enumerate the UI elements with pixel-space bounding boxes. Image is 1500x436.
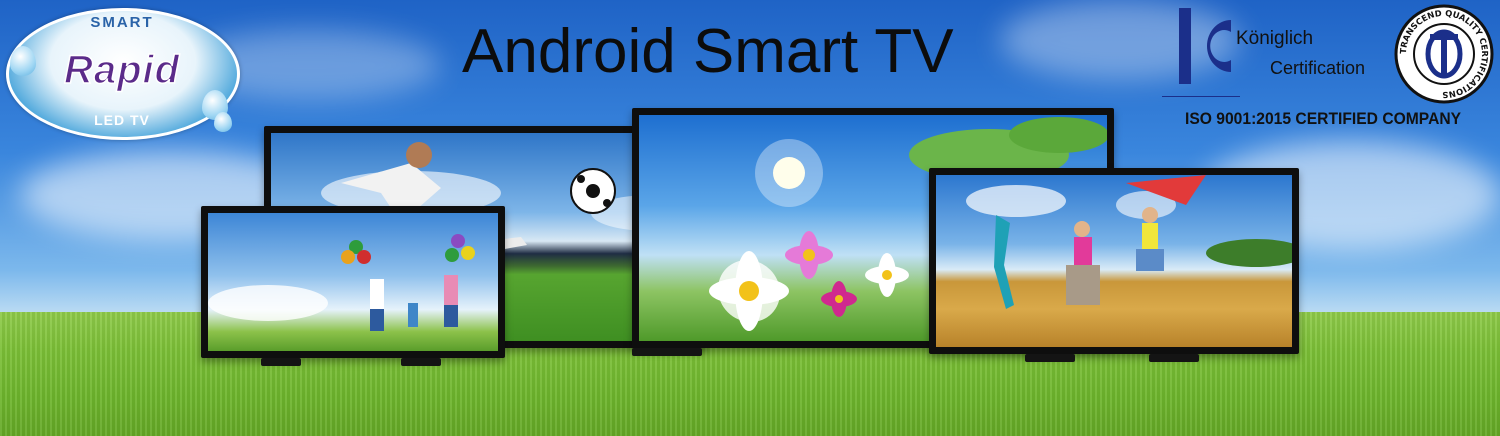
certification-seal-icon: TRANSCEND QUALITY CERTIFICATIONS: [1394, 4, 1494, 104]
android-tv-banner: SMART Rapid LED TV Android Smart TV Köni…: [0, 0, 1500, 436]
rapid-logo[interactable]: SMART Rapid LED TV: [6, 8, 240, 140]
girls-scene: [966, 175, 1292, 309]
page-title: Android Smart TV: [462, 17, 954, 86]
tv-stand: [401, 358, 441, 366]
cert-subtitle: Certification: [1270, 58, 1366, 78]
cert-name: Königlich: [1236, 28, 1314, 49]
tv-stand: [261, 358, 301, 366]
tv-screen-girls: [936, 175, 1292, 347]
tv-stand: [1025, 354, 1075, 362]
iso-certification-text: ISO 9001:2015 CERTIFIED COMPANY: [1185, 109, 1462, 128]
tv-girls[interactable]: [929, 168, 1299, 362]
cert-divider: [1162, 96, 1240, 97]
konig-logo-icon: [1179, 8, 1231, 84]
tv-family[interactable]: [201, 206, 505, 366]
tv-stand: [632, 348, 702, 356]
family-scene: [208, 234, 475, 331]
tv-stand: [1149, 354, 1199, 362]
logo-brand-text: Rapid: [63, 47, 181, 93]
logo-smart-text: SMART: [90, 14, 154, 31]
logo-led-text: LED TV: [94, 112, 150, 128]
tv-screen-family: [208, 213, 498, 351]
